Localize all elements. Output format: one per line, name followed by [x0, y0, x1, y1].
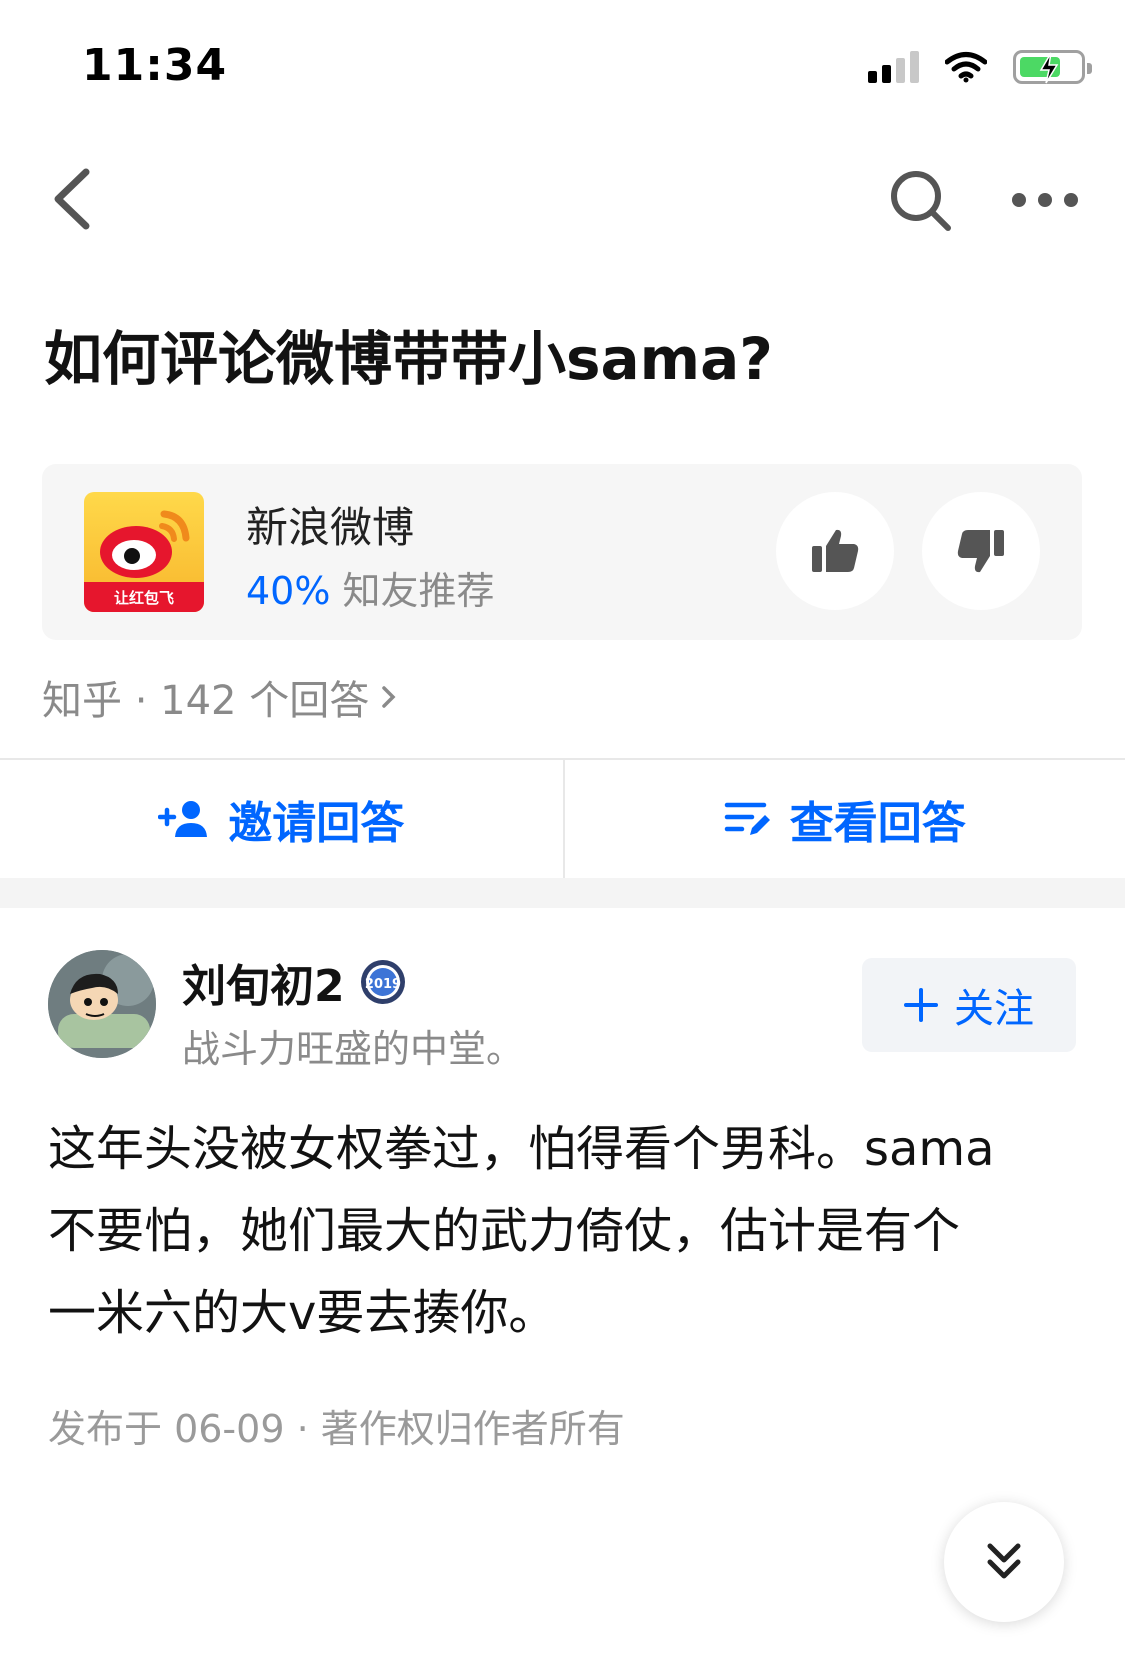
- battery-icon: [1013, 50, 1092, 84]
- follow-button[interactable]: 关注: [862, 958, 1076, 1052]
- author-name[interactable]: 刘旬初2: [182, 950, 345, 1014]
- answer-content[interactable]: 这年头没被女权拳过，怕得看个男科。sama 不要怕，她们最大的武力倚仗，估计是有…: [48, 1108, 1078, 1354]
- invite-answer-button[interactable]: 邀请回答: [0, 760, 563, 878]
- logo-caption: 让红包飞: [114, 589, 174, 607]
- answer-line: 一米六的大v要去揍你。: [48, 1285, 557, 1341]
- author-avatar[interactable]: [48, 950, 156, 1058]
- status-bar: 11:34: [0, 0, 1125, 140]
- view-answers-label: 查看回答: [789, 798, 966, 849]
- view-answers-button[interactable]: 查看回答: [562, 760, 1125, 878]
- add-user-icon: [158, 801, 208, 837]
- thumbs-up-button[interactable]: [776, 492, 894, 610]
- answer-count-text: 知乎 · 142 个回答: [42, 678, 370, 724]
- topic-stat: 40% 知友推荐: [246, 560, 494, 615]
- list-edit-icon: [724, 802, 770, 835]
- author-bio: 战斗力旺盛的中堂。: [182, 1027, 525, 1071]
- cellular-signal-icon: [868, 51, 919, 83]
- year-badge-icon: 2019: [360, 960, 405, 1004]
- double-chevron-down-icon: [987, 1543, 1021, 1579]
- question-action-bar: 邀请回答 查看回答: [0, 758, 1125, 878]
- status-time: 11:34: [82, 40, 228, 91]
- answer-line: 这年头没被女权拳过，怕得看个男科。sama: [48, 1121, 995, 1177]
- topic-name: 新浪微博: [246, 503, 415, 552]
- thumbs-down-button[interactable]: [922, 492, 1040, 610]
- answer-footer: 发布于 06-09 · 著作权归作者所有: [48, 1407, 625, 1451]
- chevron-right-icon: [382, 686, 396, 708]
- badge-year: 2019: [365, 977, 401, 992]
- answer-line: 不要怕，她们最大的武力倚仗，估计是有个: [48, 1203, 961, 1259]
- recommend-percent: 40%: [246, 569, 331, 613]
- more-options-icon[interactable]: [1010, 180, 1080, 220]
- section-divider: [0, 878, 1125, 908]
- thumbs-down-icon: [957, 530, 1004, 573]
- answer-count-link[interactable]: 知乎 · 142 个回答: [42, 668, 399, 726]
- topic-card[interactable]: 让红包飞 新浪微博 40% 知友推荐: [42, 464, 1082, 640]
- follow-label: 关注: [954, 986, 1034, 1032]
- weibo-logo-icon: 让红包飞: [84, 492, 204, 612]
- wifi-icon: [945, 52, 987, 83]
- question-title[interactable]: 如何评论微博带带小sama?: [44, 312, 773, 396]
- invite-answer-label: 邀请回答: [228, 798, 405, 849]
- author-name-row: 刘旬初2 2019: [182, 950, 407, 1014]
- plus-icon: [904, 988, 938, 1022]
- nav-bar: [0, 150, 1125, 250]
- back-chevron-icon[interactable]: [44, 164, 104, 234]
- thumbs-up-icon: [812, 529, 859, 572]
- search-icon[interactable]: [888, 168, 954, 234]
- recommend-label: 知友推荐: [342, 569, 495, 613]
- status-icons: [868, 50, 1092, 84]
- next-answer-button[interactable]: [944, 1502, 1064, 1622]
